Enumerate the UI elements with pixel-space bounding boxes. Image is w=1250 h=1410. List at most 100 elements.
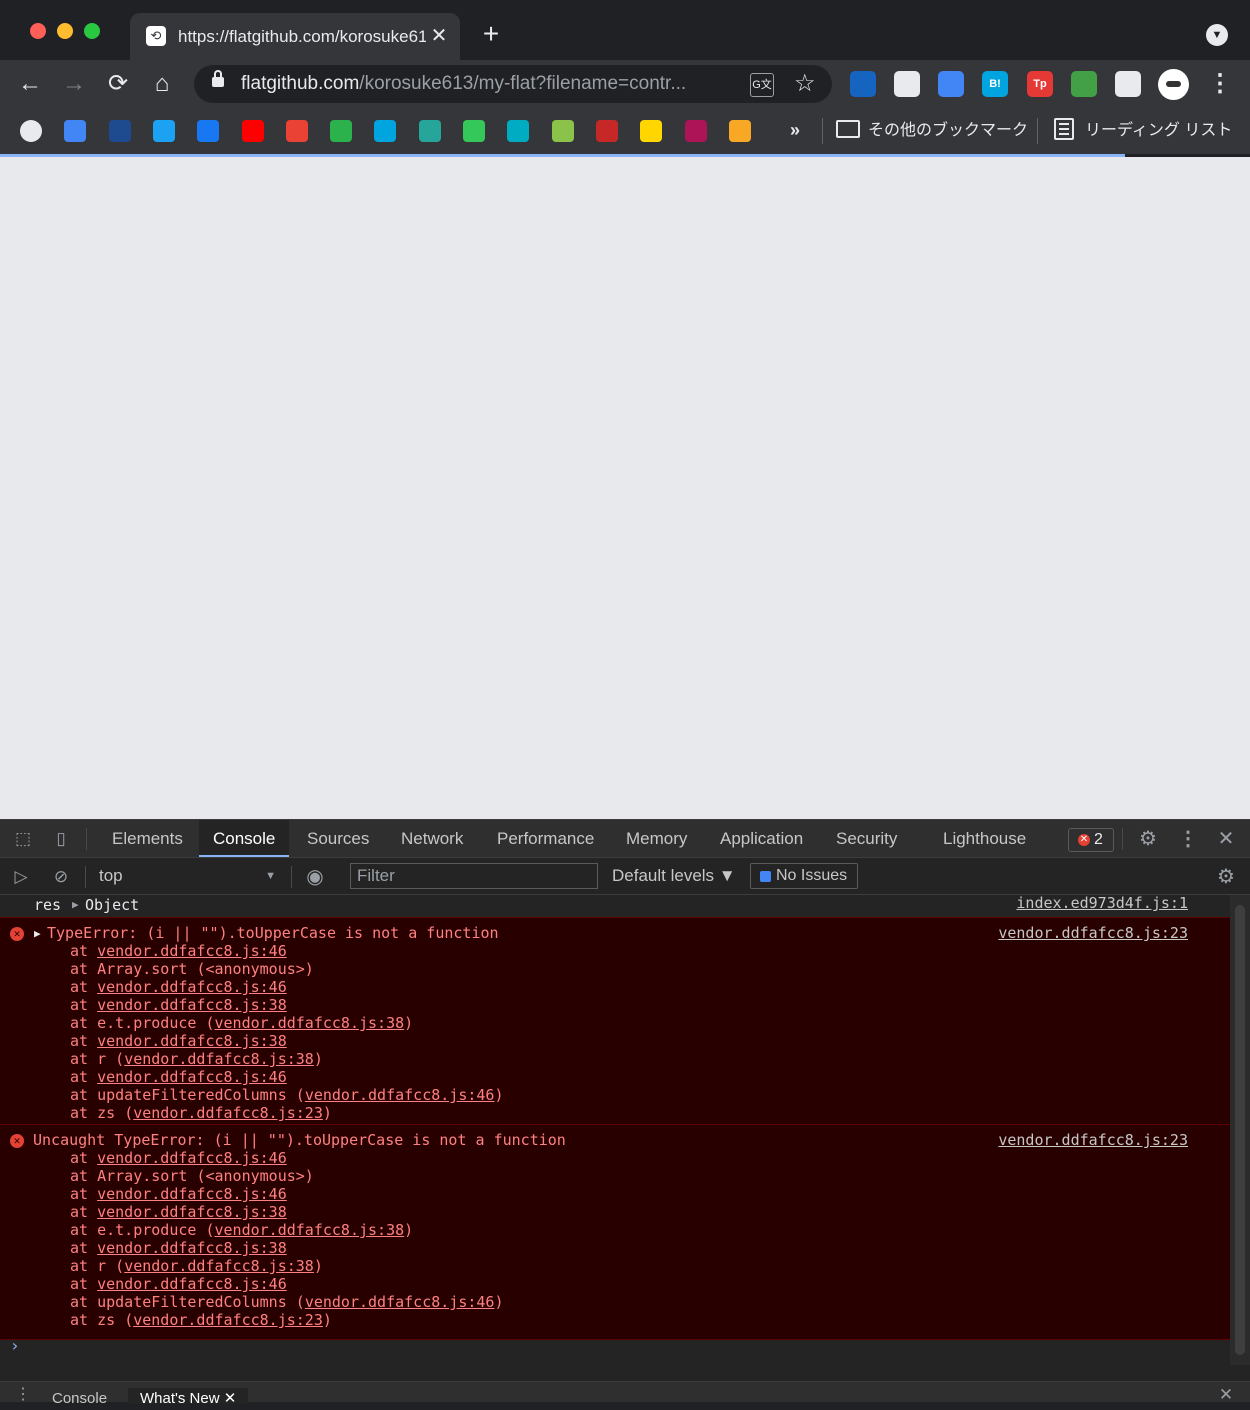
ext-3-icon[interactable] — [938, 71, 964, 97]
device-toolbar-icon[interactable]: ▯ — [50, 828, 72, 850]
console-settings-gear-icon[interactable]: ⚙ — [1215, 866, 1237, 888]
settings-gear-icon[interactable]: ⚙ — [1137, 828, 1159, 850]
sidebar-toggle-icon[interactable]: ▷ — [10, 866, 32, 888]
back-button[interactable]: ← — [16, 70, 44, 98]
source-link[interactable]: vendor.ddfafcc8.js:23 — [998, 1131, 1188, 1149]
url-text[interactable]: flatgithub.com/korosuke613/my-flat?filen… — [241, 73, 741, 95]
stack-source-link[interactable]: vendor.ddfafcc8.js:46 — [305, 1293, 495, 1311]
bookmark-twitter-icon[interactable] — [152, 120, 175, 142]
log-object[interactable]: Object — [85, 896, 139, 914]
stack-source-link[interactable]: vendor.ddfafcc8.js:38 — [97, 996, 287, 1014]
log-levels-dropdown[interactable]: Default levels ▼ — [612, 863, 736, 889]
ext-tp-icon[interactable]: Tp — [1027, 71, 1053, 97]
devtools-tab-sources[interactable]: Sources — [307, 820, 369, 857]
reload-button[interactable]: ⟳ — [104, 70, 132, 98]
stack-source-link[interactable]: vendor.ddfafcc8.js:38 — [215, 1221, 405, 1239]
drawer-menu-icon[interactable]: ⋮ — [12, 1384, 34, 1406]
close-drawer-icon[interactable]: ✕ — [1215, 1384, 1237, 1406]
issues-button[interactable]: No Issues — [750, 863, 858, 889]
stack-source-link[interactable]: vendor.ddfafcc8.js:23 — [133, 1311, 323, 1329]
devtools-tab-console[interactable]: Console — [199, 820, 290, 857]
bookmark-bookmark-3-icon[interactable] — [108, 120, 131, 142]
tab-search-icon[interactable]: ▼ — [1206, 24, 1228, 46]
stack-source-link[interactable]: vendor.ddfafcc8.js:46 — [97, 1275, 287, 1293]
bookmark-bookmark-12-icon[interactable] — [507, 120, 530, 142]
source-link[interactable]: vendor.ddfafcc8.js:23 — [998, 924, 1188, 942]
browser-menu-icon[interactable]: ⋮ — [1208, 70, 1232, 98]
bookmarks-more-button[interactable]: » — [790, 118, 800, 142]
devtools-tab-security[interactable]: Security — [836, 820, 897, 857]
translate-icon[interactable]: G文 — [750, 73, 774, 97]
bookmark-bookmark-17-icon[interactable] — [728, 120, 751, 142]
console-error-entry[interactable]: ✕ ▶ TypeError: (i || "").toUpperCase is no… — [0, 917, 1230, 1133]
console-scrollbar[interactable] — [1230, 895, 1250, 1365]
error-count-badge[interactable]: ✕ 2 — [1068, 828, 1114, 852]
ext-puzzle-icon[interactable] — [1115, 71, 1141, 97]
stack-source-link[interactable]: vendor.ddfafcc8.js:46 — [97, 1185, 287, 1203]
console-filter-input[interactable] — [350, 863, 598, 889]
devtools-tab-elements[interactable]: Elements — [112, 820, 183, 857]
stack-source-link[interactable]: vendor.ddfafcc8.js:46 — [97, 1149, 287, 1167]
context-selector[interactable]: top ▼ — [88, 863, 284, 889]
bookmark-bookmark-14-icon[interactable] — [595, 120, 618, 142]
console-output[interactable]: res ▶ Object index.ed973d4f.js:1 ✕ ▶ TypeE… — [0, 895, 1230, 1365]
stack-source-link[interactable]: vendor.ddfafcc8.js:38 — [97, 1239, 287, 1257]
devtools-tab-network[interactable]: Network — [401, 820, 463, 857]
bookmark-bookmark-10-icon[interactable] — [418, 120, 441, 142]
stack-source-link[interactable]: vendor.ddfafcc8.js:46 — [97, 978, 287, 996]
zoom-window-button[interactable] — [84, 23, 100, 39]
inspect-element-icon[interactable]: ⬚ — [12, 828, 34, 850]
stack-source-link[interactable]: vendor.ddfafcc8.js:38 — [97, 1032, 287, 1050]
stack-source-link[interactable]: vendor.ddfafcc8.js:38 — [97, 1203, 287, 1221]
stack-source-link[interactable]: vendor.ddfafcc8.js:46 — [97, 1068, 287, 1086]
ext-hatena-icon[interactable]: B! — [982, 71, 1008, 97]
bookmark-hatena-bookmark-icon[interactable] — [374, 120, 397, 142]
bookmark-bookmark-11-icon[interactable] — [463, 120, 485, 142]
devtools-tab-lighthouse[interactable]: Lighthouse — [943, 820, 1026, 857]
stack-source-link[interactable]: vendor.ddfafcc8.js:46 — [305, 1086, 495, 1104]
other-bookmarks-button[interactable]: その他のブックマーク — [868, 118, 1028, 144]
close-window-button[interactable] — [30, 23, 46, 39]
page-viewport[interactable] — [0, 157, 1250, 819]
tab-close-icon[interactable]: ✕ — [428, 25, 450, 47]
expand-triangle-icon[interactable]: ▶ — [72, 896, 79, 914]
forward-button[interactable]: → — [60, 70, 88, 98]
drawer-tab-whats-new[interactable]: What's New ✕ — [128, 1388, 249, 1407]
devtools-tab-application[interactable]: Application — [720, 820, 803, 857]
stack-source-link[interactable]: vendor.ddfafcc8.js:46 — [97, 942, 287, 960]
browser-tab[interactable]: ⟲ https://flatgithub.com/korosuke613/my-… — [130, 13, 460, 60]
lock-icon[interactable] — [212, 70, 224, 87]
stack-source-link[interactable]: vendor.ddfafcc8.js:38 — [124, 1257, 314, 1275]
bookmark-bookmark-16-icon[interactable] — [684, 120, 707, 142]
source-link[interactable]: index.ed973d4f.js:1 — [1016, 895, 1188, 912]
devtools-tab-performance[interactable]: Performance — [497, 820, 594, 857]
ext-6-icon[interactable] — [1071, 71, 1097, 97]
drawer-tab-console[interactable]: Console — [52, 1388, 107, 1407]
ext-1-icon[interactable] — [850, 71, 876, 97]
bookmark-google-translate-icon[interactable] — [64, 120, 87, 142]
bookmark-gmail-icon[interactable] — [285, 120, 308, 142]
stack-source-link[interactable]: vendor.ddfafcc8.js:23 — [133, 1104, 323, 1122]
more-options-icon[interactable]: ⋮ — [1177, 828, 1199, 850]
live-expression-eye-icon[interactable]: ◉ — [304, 866, 326, 888]
console-prompt[interactable]: › — [10, 1337, 20, 1355]
bookmark-youtube-icon[interactable] — [241, 120, 264, 142]
bookmark-facebook-icon[interactable] — [197, 120, 220, 142]
devtools-tab-memory[interactable]: Memory — [626, 820, 687, 857]
bookmark-times-icon[interactable] — [640, 120, 663, 142]
minimize-window-button[interactable] — [57, 23, 73, 39]
expand-triangle-icon[interactable]: ▶ — [34, 925, 41, 943]
scrollbar-thumb[interactable] — [1235, 905, 1245, 1355]
bookmark-feedly-icon[interactable] — [330, 120, 353, 142]
ext-qr-icon[interactable] — [894, 71, 920, 97]
home-button[interactable]: ⌂ — [148, 70, 176, 98]
close-devtools-icon[interactable]: ✕ — [1215, 828, 1237, 850]
new-tab-button[interactable]: + — [478, 20, 504, 48]
bookmark-star-icon[interactable]: ☆ — [794, 70, 816, 98]
stack-source-link[interactable]: vendor.ddfafcc8.js:38 — [124, 1050, 314, 1068]
address-bar[interactable]: flatgithub.com/korosuke613/my-flat?filen… — [194, 65, 832, 103]
stack-source-link[interactable]: vendor.ddfafcc8.js:38 — [215, 1014, 405, 1032]
console-error-entry[interactable]: ✕ Uncaught TypeError: (i || "").toUpperCa… — [0, 1124, 1230, 1340]
profile-avatar[interactable] — [1158, 69, 1189, 100]
reading-list-button[interactable]: リーディング リスト — [1085, 118, 1232, 144]
